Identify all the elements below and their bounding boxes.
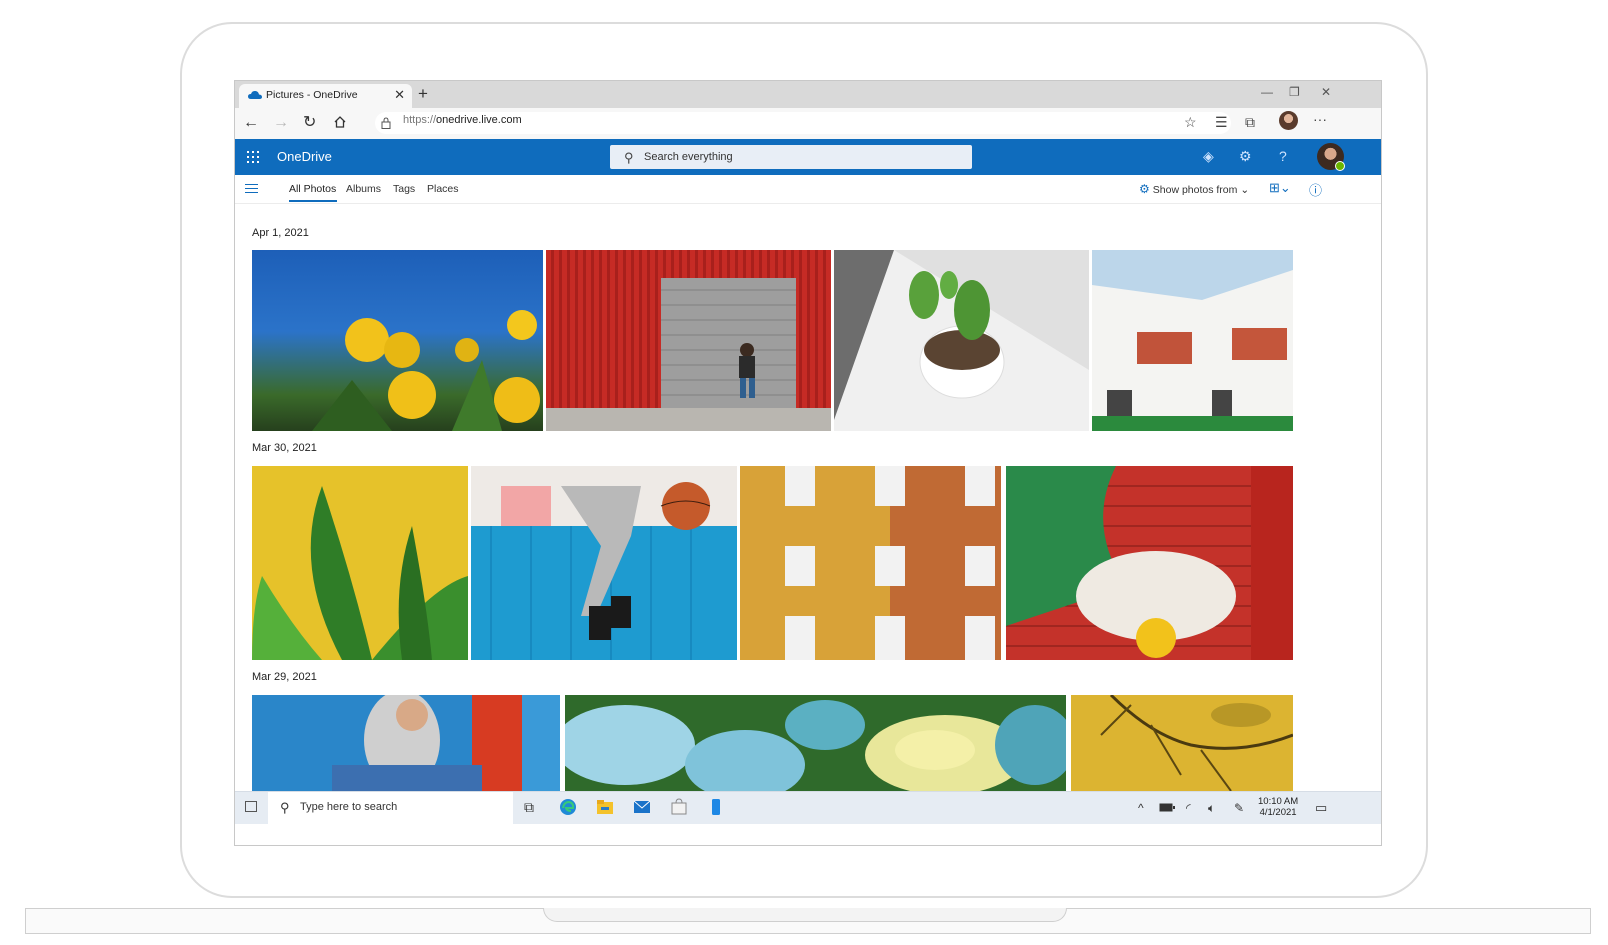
- tab-strip: Pictures - OneDrive ✕ + — ❐ ✕: [235, 81, 1381, 108]
- back-icon[interactable]: ←: [243, 113, 259, 133]
- minimize-icon[interactable]: —: [1261, 85, 1273, 99]
- brick-daisy-mural-image: [1006, 466, 1293, 660]
- premium-diamond-icon[interactable]: ◈: [1203, 148, 1214, 165]
- tab-all-photos[interactable]: All Photos: [289, 183, 336, 195]
- home-icon[interactable]: [333, 115, 347, 129]
- photo-tile[interactable]: [565, 695, 1066, 791]
- date-group-label: Mar 29, 2021: [252, 671, 317, 683]
- browser-profile-avatar[interactable]: [1279, 111, 1298, 130]
- tab-places[interactable]: Places: [427, 183, 459, 195]
- file-explorer-icon[interactable]: [596, 798, 614, 816]
- white-house-image: [1092, 270, 1293, 431]
- mail-icon[interactable]: [633, 798, 651, 816]
- browser-tab[interactable]: Pictures - OneDrive ✕: [239, 84, 412, 108]
- photo-tile[interactable]: [834, 250, 1089, 431]
- nav-menu-icon[interactable]: [245, 184, 258, 193]
- settings-gear-icon[interactable]: ⚙: [1239, 148, 1252, 165]
- forward-icon[interactable]: →: [273, 113, 289, 133]
- photo-tile[interactable]: [252, 466, 468, 660]
- search-icon: ⚲: [280, 800, 290, 815]
- battery-icon[interactable]: [1159, 803, 1175, 812]
- garage-skater-image: [546, 278, 831, 431]
- onedrive-cloud-icon: [248, 90, 262, 99]
- tab-title: Pictures - OneDrive: [266, 89, 358, 101]
- branch-shadow-image: [1100, 695, 1293, 791]
- photo-tile[interactable]: [252, 250, 543, 431]
- lock-icon: [381, 117, 391, 129]
- yellow-flowers-image: [312, 310, 540, 431]
- task-view-icon[interactable]: ⧉: [524, 799, 534, 816]
- photo-tile[interactable]: [740, 466, 1001, 660]
- clock-date: 4/1/2021: [1259, 807, 1297, 818]
- search-input[interactable]: ⚲ Search everything: [610, 145, 972, 169]
- photo-tile[interactable]: [471, 466, 737, 660]
- orange-building-image: [785, 466, 1001, 660]
- taskbar-search-placeholder: Type here to search: [300, 801, 398, 813]
- store-icon[interactable]: [670, 798, 688, 816]
- close-window-icon[interactable]: ✕: [1321, 85, 1331, 99]
- photo-tile[interactable]: [252, 695, 560, 791]
- search-icon: ⚲: [624, 150, 634, 165]
- pen-icon[interactable]: ✎: [1234, 801, 1244, 815]
- browser-window: Pictures - OneDrive ✕ + — ❐ ✕ ← → ↻ http…: [234, 80, 1382, 846]
- tab-close-icon[interactable]: ✕: [394, 87, 405, 103]
- photo-tile[interactable]: [546, 250, 831, 431]
- presence-dot: [1335, 161, 1345, 171]
- more-options-icon[interactable]: ···: [1313, 111, 1327, 127]
- green-leaves-image: [252, 486, 468, 660]
- account-avatar[interactable]: [1317, 143, 1345, 171]
- succulents-image: [565, 700, 1066, 791]
- add-favorite-icon[interactable]: ☆: [1184, 114, 1197, 131]
- refresh-icon[interactable]: ↻: [303, 113, 316, 133]
- volume-icon[interactable]: 🔈︎: [1208, 801, 1215, 816]
- search-placeholder: Search everything: [644, 151, 733, 163]
- cactus-pot-image: [834, 250, 1089, 431]
- info-icon[interactable]: ⓘ: [1309, 180, 1322, 199]
- photos-toolbar: All Photos Albums Tags Places ⚙ Show phot…: [235, 175, 1381, 204]
- taskbar-search-input[interactable]: ⚲ Type here to search: [268, 792, 513, 824]
- tab-albums[interactable]: Albums: [346, 183, 381, 195]
- collections-icon[interactable]: ⧉: [1245, 114, 1255, 131]
- new-tab-button[interactable]: +: [418, 84, 428, 104]
- wifi-icon[interactable]: ◜: [1186, 801, 1191, 815]
- app-launcher-icon[interactable]: [247, 151, 259, 163]
- windows-taskbar: ⚲ Type here to search ⧉ ^ ◜ 🔈︎ ✎ 10:10 A…: [235, 791, 1381, 824]
- clock-time: 10:10 AM: [1258, 796, 1299, 807]
- active-tab-indicator: [289, 200, 337, 202]
- edge-icon[interactable]: [559, 798, 577, 816]
- taskbar-clock[interactable]: 10:10 AM 4/1/2021: [1258, 796, 1298, 818]
- tab-tags[interactable]: Tags: [393, 183, 415, 195]
- view-layout-icon[interactable]: ⊞⌄: [1269, 180, 1291, 196]
- show-photos-from-dropdown[interactable]: ⚙ Show photos from ⌄: [1139, 182, 1249, 196]
- photo-tile[interactable]: [1092, 250, 1293, 431]
- date-group-label: Mar 30, 2021: [252, 442, 317, 454]
- filter-gear-icon: ⚙: [1139, 182, 1150, 196]
- photo-tile[interactable]: [1006, 466, 1293, 660]
- start-icon[interactable]: [245, 801, 257, 812]
- onedrive-header: OneDrive ⚲ Search everything ◈ ⚙ ?: [235, 139, 1381, 175]
- show-photos-from-label: Show photos from: [1152, 184, 1238, 196]
- phone-app-icon[interactable]: [707, 798, 725, 816]
- basketball-wall-image: [471, 466, 737, 660]
- notification-center-icon[interactable]: ▭: [1315, 800, 1327, 816]
- restore-icon[interactable]: ❐: [1289, 85, 1300, 99]
- laptop-notch: [543, 908, 1067, 922]
- favorites-icon[interactable]: ☰: [1215, 114, 1228, 131]
- url-text: https://onedrive.live.com: [403, 114, 522, 126]
- address-row: ← → ↻ https://onedrive.live.com ☆ ☰ ⧉ ··…: [235, 108, 1381, 140]
- hoodie-skateboard-image: [332, 695, 560, 791]
- date-group-label: Apr 1, 2021: [252, 227, 309, 239]
- onedrive-brand[interactable]: OneDrive: [277, 149, 332, 164]
- tray-chevron-icon[interactable]: ^: [1138, 801, 1144, 815]
- photo-tile[interactable]: [1071, 695, 1293, 791]
- help-icon[interactable]: ?: [1279, 148, 1287, 164]
